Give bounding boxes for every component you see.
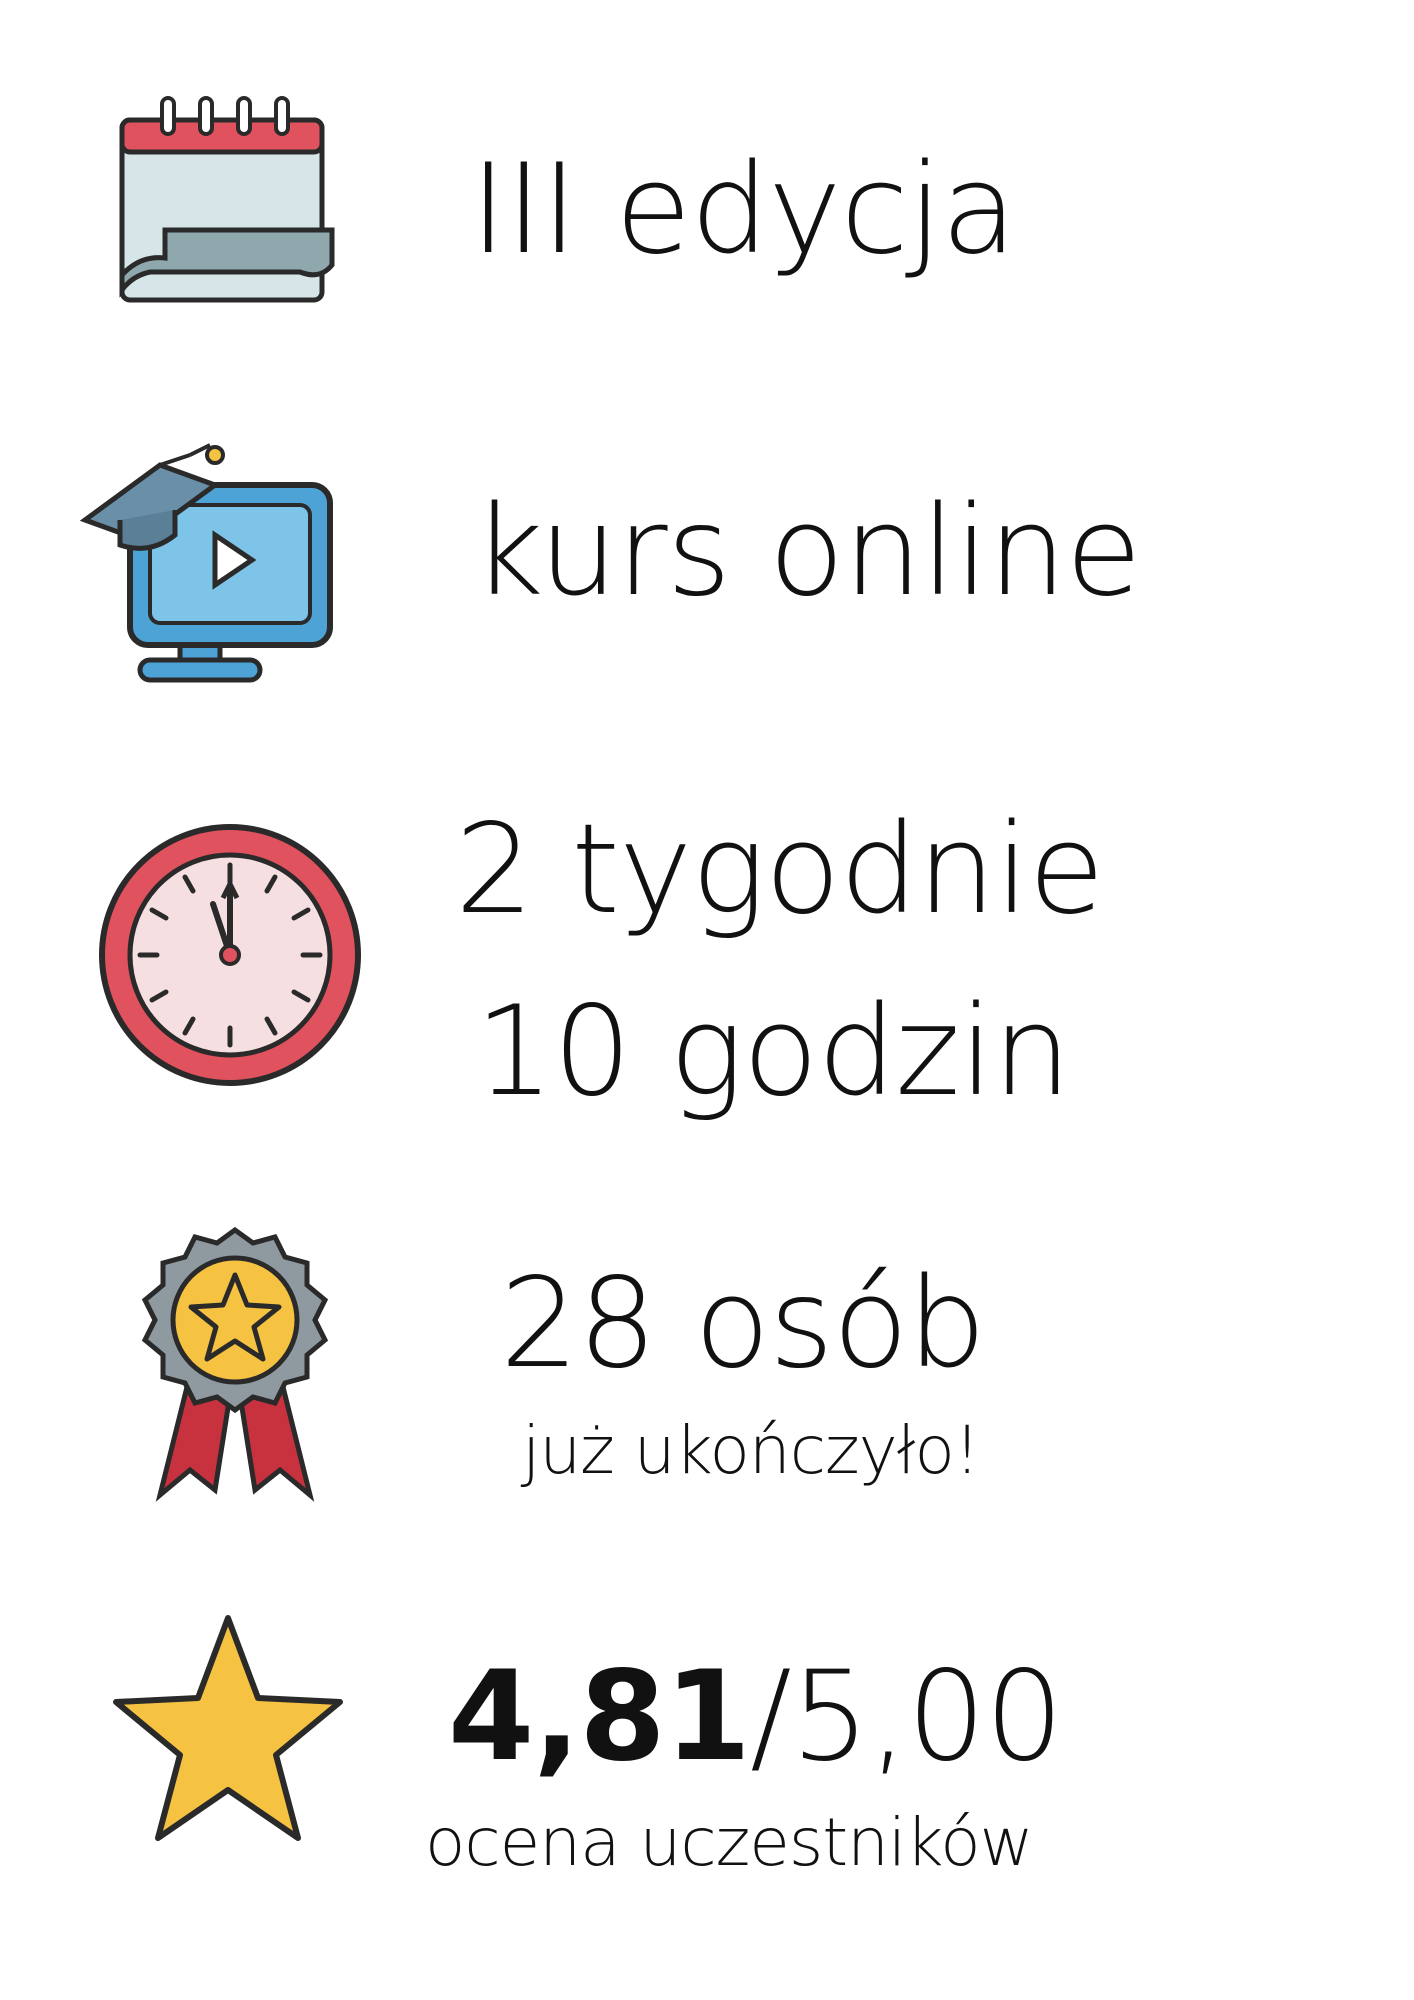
rating-value: 4,81 — [448, 1645, 751, 1789]
item-title-edition: III edycja — [470, 138, 1017, 282]
item-title-duration-weeks: 2 tygodnie — [455, 798, 1105, 942]
item-title-graduates: 28 osób — [500, 1252, 986, 1396]
star-icon — [108, 1610, 348, 1850]
award-medal-icon — [135, 1225, 335, 1505]
rating-score: 4,81/5,00 — [448, 1655, 1064, 1779]
clock-icon — [95, 820, 365, 1090]
item-title-format: kurs online — [472, 480, 1142, 624]
calendar-icon — [110, 90, 350, 320]
rating-subtitle: ocena uczestników — [425, 1804, 1034, 1881]
item-subtitle-graduates: już ukończyło! — [522, 1412, 980, 1489]
rating-max: /5,00 — [749, 1645, 1064, 1789]
online-course-monitor-icon — [79, 425, 350, 685]
item-title-duration-hours: 10 godzin — [475, 980, 1071, 1124]
